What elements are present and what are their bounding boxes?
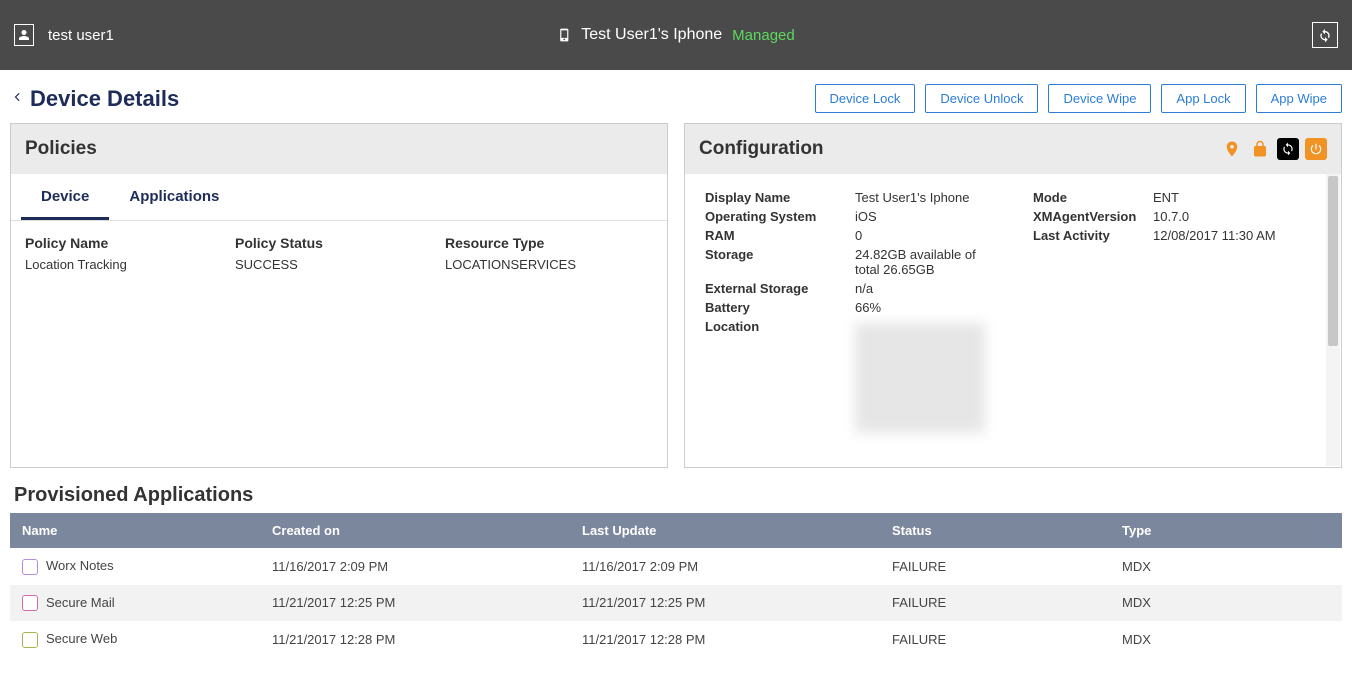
col-created[interactable]: Created on — [260, 513, 570, 548]
config-right-col: ModeENT XMAgentVersion10.7.0 Last Activi… — [1033, 190, 1321, 451]
app-created: 11/16/2017 2:09 PM — [260, 548, 570, 585]
policies-table: Policy Name Policy Status Resource Type … — [11, 221, 667, 286]
refresh-button[interactable] — [1312, 22, 1338, 48]
device-lock-button[interactable]: Device Lock — [815, 84, 916, 113]
label-agent: XMAgentVersion — [1033, 209, 1153, 224]
page-title: Device Details — [30, 86, 179, 112]
value-mode: ENT — [1153, 190, 1321, 205]
location-pin-icon[interactable] — [1221, 138, 1243, 160]
label-storage: Storage — [705, 247, 855, 277]
policy-row: Location Tracking SUCCESS LOCATIONSERVIC… — [25, 257, 653, 272]
provisioned-apps-title: Provisioned Applications — [0, 468, 1352, 513]
user-avatar-box — [14, 24, 34, 46]
label-location: Location — [705, 319, 855, 433]
app-lock-button[interactable]: App Lock — [1161, 84, 1245, 113]
app-status: FAILURE — [880, 548, 1110, 585]
col-resource-type: Resource Type — [445, 235, 653, 251]
app-last-update: 11/16/2017 2:09 PM — [570, 548, 880, 585]
app-name: Secure Mail — [46, 595, 115, 610]
app-name: Secure Web — [46, 631, 117, 646]
tab-applications[interactable]: Applications — [109, 174, 239, 220]
lock-icon[interactable] — [1249, 138, 1271, 160]
value-battery: 66% — [855, 300, 993, 315]
app-created: 11/21/2017 12:25 PM — [260, 585, 570, 622]
device-wipe-button[interactable]: Device Wipe — [1048, 84, 1151, 113]
app-type: MDX — [1110, 548, 1342, 585]
value-display-name: Test User1's Iphone — [855, 190, 993, 205]
config-scrollbar[interactable] — [1326, 174, 1340, 466]
value-agent: 10.7.0 — [1153, 209, 1321, 224]
label-battery: Battery — [705, 300, 855, 315]
chevron-left-icon — [10, 88, 24, 106]
label-mode: Mode — [1033, 190, 1153, 205]
device-status: Managed — [732, 27, 795, 44]
app-icon — [22, 559, 38, 575]
policy-status: SUCCESS — [235, 257, 445, 272]
app-created: 11/21/2017 12:28 PM — [260, 621, 570, 658]
user-icon — [18, 28, 30, 42]
label-ext-storage: External Storage — [705, 281, 855, 296]
policy-resource: LOCATIONSERVICES — [445, 257, 653, 272]
label-display-name: Display Name — [705, 190, 855, 205]
col-app-name[interactable]: Name — [10, 513, 260, 548]
col-type[interactable]: Type — [1110, 513, 1342, 548]
value-last-activity: 12/08/2017 11:30 AM — [1153, 228, 1321, 243]
config-left-col: Display NameTest User1's Iphone Operatin… — [705, 190, 993, 451]
configuration-panel-title: Configuration — [699, 138, 824, 160]
value-ram: 0 — [855, 228, 993, 243]
app-wipe-button[interactable]: App Wipe — [1256, 84, 1342, 113]
provisioned-apps-table: Name Created on Last Update Status Type … — [10, 513, 1342, 658]
policies-panel-title: Policies — [11, 124, 667, 174]
device-unlock-button[interactable]: Device Unlock — [925, 84, 1038, 113]
refresh-icon — [1317, 27, 1333, 43]
table-row[interactable]: Worx Notes 11/16/2017 2:09 PM 11/16/2017… — [10, 548, 1342, 585]
policy-name: Location Tracking — [25, 257, 235, 272]
col-status[interactable]: Status — [880, 513, 1110, 548]
tab-device[interactable]: Device — [21, 174, 109, 220]
app-name: Worx Notes — [46, 558, 114, 573]
app-status: FAILURE — [880, 621, 1110, 658]
policies-panel: Policies Device Applications Policy Name… — [10, 123, 668, 468]
policies-tabs: Device Applications — [11, 174, 667, 221]
app-last-update: 11/21/2017 12:25 PM — [570, 585, 880, 622]
sync-icon[interactable] — [1277, 138, 1299, 160]
configuration-panel: Configuration Display NameTest User1's I… — [684, 123, 1342, 468]
app-last-update: 11/21/2017 12:28 PM — [570, 621, 880, 658]
phone-icon — [557, 25, 571, 45]
value-storage: 24.82GB available of total 26.65GB — [855, 247, 993, 277]
top-bar: test user1 Test User1's Iphone Managed — [0, 0, 1352, 70]
app-icon — [22, 595, 38, 611]
col-policy-status: Policy Status — [235, 235, 445, 251]
label-ram: RAM — [705, 228, 855, 243]
page-header: Device Details Device Lock Device Unlock… — [0, 70, 1352, 123]
back-button[interactable] — [10, 88, 24, 109]
app-status: FAILURE — [880, 585, 1110, 622]
action-buttons: Device Lock Device Unlock Device Wipe Ap… — [815, 84, 1342, 113]
value-os: iOS — [855, 209, 993, 224]
device-center: Test User1's Iphone Managed — [557, 25, 794, 45]
app-icon — [22, 632, 38, 648]
user-name: test user1 — [48, 27, 114, 44]
label-os: Operating System — [705, 209, 855, 224]
device-name: Test User1's Iphone — [581, 26, 722, 44]
location-image-blurred — [855, 323, 985, 433]
table-row[interactable]: Secure Web 11/21/2017 12:28 PM 11/21/201… — [10, 621, 1342, 658]
value-location — [855, 319, 993, 433]
col-last-update[interactable]: Last Update — [570, 513, 880, 548]
app-type: MDX — [1110, 621, 1342, 658]
value-ext-storage: n/a — [855, 281, 993, 296]
table-row[interactable]: Secure Mail 11/21/2017 12:25 PM 11/21/20… — [10, 585, 1342, 622]
col-policy-name: Policy Name — [25, 235, 235, 251]
app-type: MDX — [1110, 585, 1342, 622]
power-icon[interactable] — [1305, 138, 1327, 160]
label-last-activity: Last Activity — [1033, 228, 1153, 243]
